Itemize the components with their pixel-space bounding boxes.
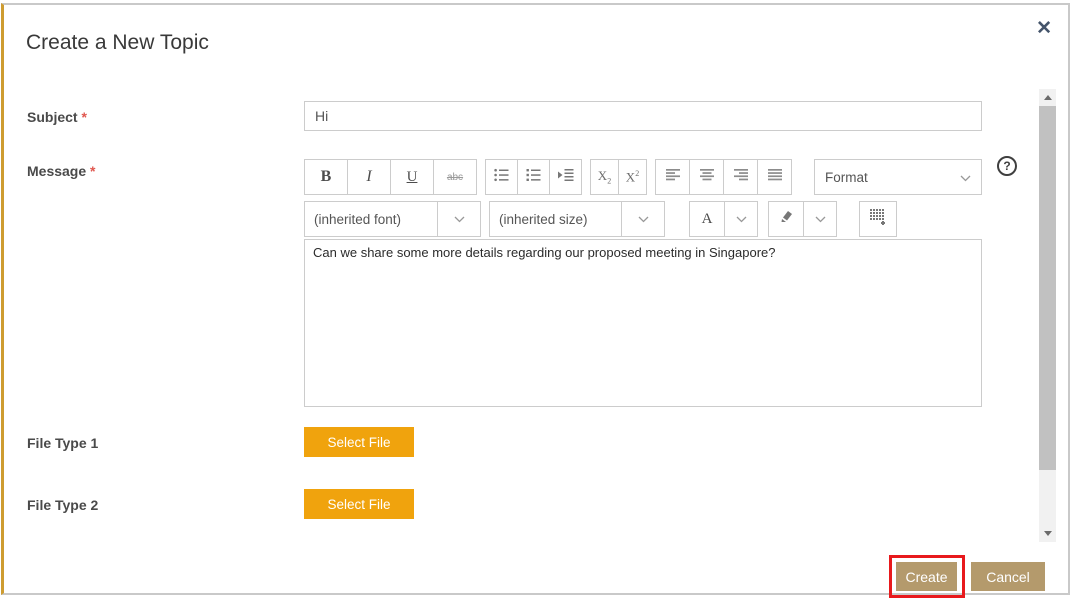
close-icon[interactable]: ✕ [1036, 17, 1052, 40]
message-editor-area[interactable]: Can we share some more details regarding… [304, 239, 982, 407]
align-center-button[interactable] [690, 160, 724, 194]
scroll-down-button[interactable] [1039, 525, 1056, 542]
highlight-group [768, 201, 837, 237]
highlighter-icon [779, 210, 794, 228]
chevron-down-icon [960, 170, 971, 185]
table-group [859, 201, 897, 237]
bullet-list-icon [494, 168, 509, 187]
cancel-button[interactable]: Cancel [971, 562, 1045, 591]
text-style-group: B I U abc [304, 159, 477, 195]
editor-toolbar-row1: B I U abc X2 X2 [304, 159, 982, 195]
indent-button[interactable] [550, 160, 581, 194]
bullet-list-button[interactable] [486, 160, 518, 194]
scroll-up-button[interactable] [1039, 89, 1056, 106]
chevron-down-icon [437, 202, 480, 236]
scrollbar-thumb[interactable] [1039, 106, 1056, 470]
align-justify-icon [768, 168, 782, 187]
file-type-2-label: File Type 2 [27, 497, 98, 513]
insert-table-icon [870, 209, 887, 230]
scroll-down-icon [1044, 531, 1052, 536]
chevron-down-icon [736, 210, 747, 228]
select-file-2-button[interactable]: Select File [304, 489, 414, 519]
align-left-button[interactable] [656, 160, 690, 194]
numbered-list-button[interactable] [518, 160, 550, 194]
list-group [485, 159, 582, 195]
highlighter-button[interactable] [769, 202, 804, 236]
format-dropdown[interactable]: Format [814, 159, 982, 195]
subject-input[interactable] [304, 101, 982, 131]
numbered-list-icon [526, 168, 541, 187]
insert-table-button[interactable] [860, 202, 896, 236]
scrollbar[interactable] [1039, 89, 1056, 542]
text-color-chevron[interactable] [725, 202, 757, 236]
indent-icon [558, 168, 574, 187]
underline-button[interactable]: U [391, 160, 434, 194]
chevron-down-icon [621, 202, 664, 236]
required-asterisk: * [81, 109, 86, 125]
align-center-icon [700, 168, 714, 187]
dialog-title: Create a New Topic [26, 31, 209, 55]
text-color-button[interactable]: A [690, 202, 725, 236]
italic-button[interactable]: I [348, 160, 391, 194]
align-left-icon [666, 168, 680, 187]
highlighter-chevron[interactable] [804, 202, 836, 236]
create-button[interactable]: Create [896, 562, 957, 591]
bold-button[interactable]: B [305, 160, 348, 194]
scroll-up-icon [1044, 95, 1052, 100]
editor-toolbar-row2: (inherited font) (inherited size) A [304, 201, 982, 237]
size-dropdown[interactable]: (inherited size) [489, 201, 665, 237]
subscript-button[interactable]: X2 [591, 160, 619, 194]
chevron-down-icon [815, 210, 826, 228]
align-justify-button[interactable] [758, 160, 791, 194]
font-dropdown[interactable]: (inherited font) [304, 201, 481, 237]
create-topic-dialog: Create a New Topic ✕ Subject * Message *… [1, 3, 1070, 595]
align-right-icon [734, 168, 748, 187]
script-group: X2 X2 [590, 159, 647, 195]
file-type-1-label: File Type 1 [27, 435, 98, 451]
strikethrough-button[interactable]: abc [434, 160, 476, 194]
required-asterisk: * [90, 163, 95, 179]
select-file-1-button[interactable]: Select File [304, 427, 414, 457]
help-icon[interactable]: ? [997, 156, 1017, 176]
align-group [655, 159, 792, 195]
superscript-button[interactable]: X2 [619, 160, 646, 194]
subject-label: Subject * [27, 109, 87, 125]
text-color-group: A [689, 201, 758, 237]
align-right-button[interactable] [724, 160, 758, 194]
message-label: Message * [27, 163, 96, 179]
